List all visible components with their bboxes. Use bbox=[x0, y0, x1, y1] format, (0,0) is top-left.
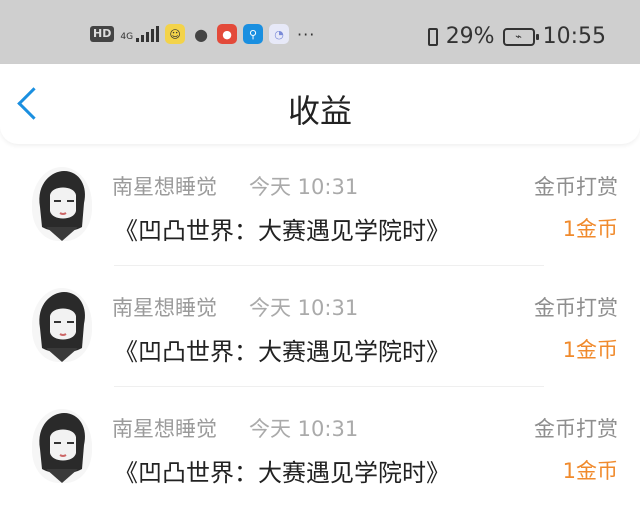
vibrate-icon bbox=[427, 27, 438, 46]
coin-amount: 1金币 bbox=[562, 338, 618, 362]
status-right: 29% ⌁ 10:55 bbox=[427, 24, 606, 49]
record-type: 金币打赏 bbox=[534, 417, 618, 441]
record-time: 今天 10:31 bbox=[249, 417, 359, 441]
status-bar: HD 4G ☺ ● ● ⚲ ◔ ··· 29% ⌁ 10:55 bbox=[0, 0, 640, 64]
page-title: 收益 bbox=[287, 92, 352, 130]
book-title: 《凹凸世界：大赛遇见学院时》 bbox=[114, 338, 450, 366]
battery-icon: ⌁ bbox=[502, 27, 539, 46]
list-item[interactable]: 南星想睡觉 今天 10:31 金币打赏 《凹凸世界：大赛遇见学院时》 1金币 bbox=[0, 387, 640, 508]
earnings-list: 南星想睡觉 今天 10:31 金币打赏 《凹凸世界：大赛遇见学院时》 1金币 南… bbox=[0, 145, 640, 508]
battery-percent: 29% bbox=[445, 24, 495, 49]
message-icon: ● bbox=[194, 24, 209, 44]
book-title: 《凹凸世界：大赛遇见学院时》 bbox=[114, 459, 450, 487]
avatar bbox=[32, 167, 92, 241]
sender-name: 南星想睡觉 bbox=[112, 175, 217, 199]
nav-bar: 收益 bbox=[0, 64, 640, 144]
list-item[interactable]: 南星想睡觉 今天 10:31 金币打赏 《凹凸世界：大赛遇见学院时》 1金币 bbox=[0, 266, 640, 387]
signal-icon: 4G bbox=[120, 26, 160, 42]
more-notifications-icon: ··· bbox=[297, 24, 316, 44]
hd-badge: HD bbox=[90, 26, 115, 42]
clock: 10:55 bbox=[542, 24, 606, 49]
sender-name: 南星想睡觉 bbox=[112, 296, 217, 320]
coin-amount: 1金币 bbox=[562, 217, 618, 241]
cloud-app-icon: ◔ bbox=[269, 24, 290, 44]
app-notification-icon: ☺ bbox=[165, 24, 186, 44]
avatar bbox=[32, 288, 92, 362]
status-left: HD 4G ☺ ● ● ⚲ ◔ ··· bbox=[90, 24, 315, 44]
record-time: 今天 10:31 bbox=[249, 175, 359, 199]
record-time: 今天 10:31 bbox=[249, 296, 359, 320]
avatar bbox=[32, 409, 92, 483]
record-type: 金币打赏 bbox=[534, 296, 618, 320]
search-app-icon: ⚲ bbox=[243, 24, 264, 44]
baidu-icon: ● bbox=[217, 24, 238, 44]
record-type: 金币打赏 bbox=[534, 175, 618, 199]
coin-amount: 1金币 bbox=[562, 459, 618, 483]
sender-name: 南星想睡觉 bbox=[112, 417, 217, 441]
list-item[interactable]: 南星想睡觉 今天 10:31 金币打赏 《凹凸世界：大赛遇见学院时》 1金币 bbox=[0, 145, 640, 266]
book-title: 《凹凸世界：大赛遇见学院时》 bbox=[114, 217, 450, 245]
